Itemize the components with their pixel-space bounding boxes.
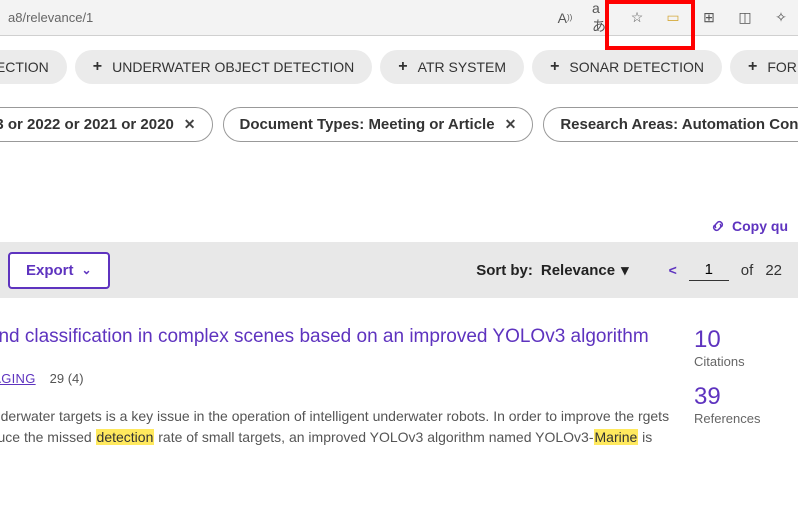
highlight-span: detection xyxy=(96,429,155,445)
journal-link[interactable]: NIC IMAGING xyxy=(0,371,36,386)
page-of-label: of xyxy=(741,262,754,279)
plus-icon: + xyxy=(550,58,559,76)
references-label: References xyxy=(694,411,784,426)
plus-icon: + xyxy=(748,58,757,76)
page-input[interactable] xyxy=(689,259,729,281)
copy-query-row: Copy qu xyxy=(0,214,798,242)
close-icon[interactable]: ✕ xyxy=(505,116,517,133)
prev-page-button[interactable]: < xyxy=(669,262,677,278)
citations-count[interactable]: 10 xyxy=(694,326,784,354)
url-fragment: a8/relevance/1 xyxy=(8,10,93,25)
read-aloud-icon[interactable]: A)) xyxy=(556,9,574,27)
topic-pill[interactable]: +SONAR DETECTION xyxy=(532,50,722,84)
topic-pill[interactable]: +UNDERWATER OBJECT DETECTION xyxy=(75,50,373,84)
sort-label: Sort by: xyxy=(476,262,533,279)
translate-icon[interactable]: aあ xyxy=(592,9,610,27)
pagination: < of 22 xyxy=(669,259,782,281)
result-main: tion and classification in complex scene… xyxy=(0,324,694,448)
filter-pill[interactable]: Research Areas: Automation Control Syste xyxy=(543,107,798,142)
filter-pill[interactable]: Document Types: Meeting or Article✕ xyxy=(223,107,534,142)
browser-icons: A)) aあ ☆ ▭ ⊞ ◫ ✧ xyxy=(556,9,790,27)
references-count[interactable]: 39 xyxy=(694,383,784,411)
result-meta: NIC IMAGING 29 (4) xyxy=(0,371,670,386)
export-button[interactable]: Export ⌄ xyxy=(8,252,110,289)
filter-pill[interactable]: 23 or 2022 or 2021 or 2020✕ xyxy=(0,107,213,142)
citations-label: Citations xyxy=(694,354,784,369)
result-title[interactable]: tion and classification in complex scene… xyxy=(0,324,670,351)
active-filters: 23 or 2022 or 2021 or 2020✕ Document Typ… xyxy=(0,98,798,150)
split-screen-icon[interactable]: ◫ xyxy=(736,9,754,27)
sort-dropdown[interactable]: Relevance ▾ xyxy=(541,261,629,279)
favorite-icon[interactable]: ☆ xyxy=(628,9,646,27)
result-snippet: on of underwater targets is a key issue … xyxy=(0,406,670,448)
copy-query-link[interactable]: Copy qu xyxy=(710,218,788,234)
highlight-span: Marine xyxy=(594,429,639,445)
topic-pill[interactable]: +ATR SYSTEM xyxy=(380,50,524,84)
topic-pill[interactable]: ETECTION xyxy=(0,50,67,84)
page-total: 22 xyxy=(765,262,782,279)
collections-icon[interactable]: ✧ xyxy=(772,9,790,27)
folder-icon[interactable]: ▭ xyxy=(664,9,682,27)
topic-suggestions: ETECTION +UNDERWATER OBJECT DETECTION +A… xyxy=(0,36,798,98)
volume-text: 29 (4) xyxy=(50,371,84,386)
plus-icon: + xyxy=(398,58,407,76)
search-result: tion and classification in complex scene… xyxy=(0,298,798,448)
plus-icon: + xyxy=(93,58,102,76)
caret-down-icon: ▾ xyxy=(621,261,629,279)
sort-control: Sort by: Relevance ▾ xyxy=(476,261,628,279)
link-icon xyxy=(710,218,726,234)
extensions-icon[interactable]: ⊞ xyxy=(700,9,718,27)
topic-pill[interactable]: +FOR xyxy=(730,50,798,84)
chevron-down-icon: ⌄ xyxy=(82,263,92,277)
browser-toolbar: a8/relevance/1 A)) aあ ☆ ▭ ⊞ ◫ ✧ xyxy=(0,0,798,36)
result-stats: 10 Citations 39 References xyxy=(694,324,784,448)
results-toolbar: Export ⌄ Sort by: Relevance ▾ < of 22 xyxy=(0,242,798,298)
close-icon[interactable]: ✕ xyxy=(184,116,196,133)
